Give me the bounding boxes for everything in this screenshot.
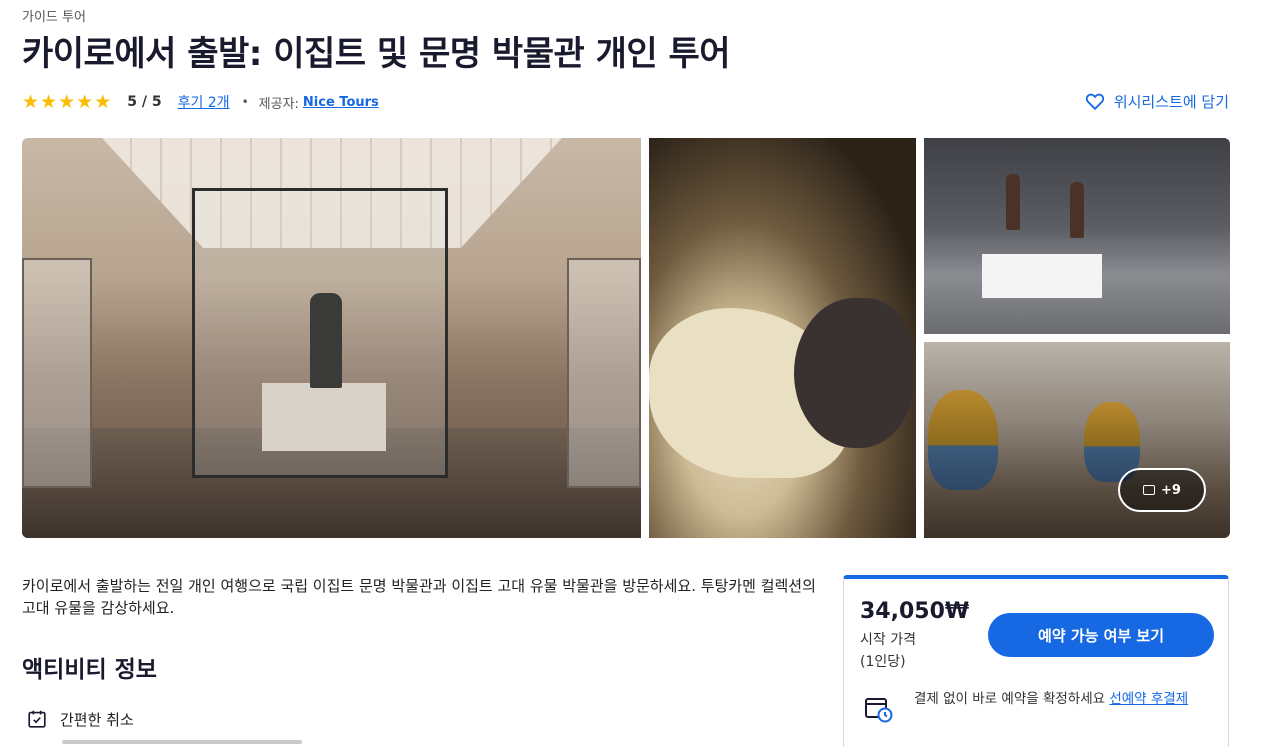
more-photos-button[interactable]: +9 <box>1118 468 1206 512</box>
activity-info-heading: 액티비티 정보 <box>22 657 157 683</box>
feature-label: 간편한 취소 <box>60 710 134 729</box>
star-icon: ★ <box>76 90 94 113</box>
heart-icon <box>1085 93 1104 111</box>
reserve-now-pay-later-link[interactable]: 선예약 후결제 <box>1109 691 1188 707</box>
image-icon <box>1143 485 1156 495</box>
star-icon: ★ <box>94 90 112 113</box>
gallery-photo-mummy[interactable] <box>649 138 916 538</box>
page-title: 카이로에서 출발: 이집트 및 문명 박물관 개인 투어 <box>22 34 731 74</box>
rating-score: 5 / 5 <box>127 94 162 110</box>
calendar-clock-icon <box>865 698 893 723</box>
reserve-now-row: 결제 없이 바로 예약을 확정하세요 선예약 후결제 <box>864 689 1214 725</box>
photo-gallery: +9 <box>22 138 1230 538</box>
wishlist-label: 위시리스트에 담기 <box>1113 92 1229 111</box>
reviews-link[interactable]: 후기 2개 <box>178 92 230 112</box>
separator-dot: • <box>241 95 249 109</box>
reserve-text: 결제 없이 바로 예약을 확정하세요 선예약 후결제 <box>914 689 1188 725</box>
photo-figurine <box>1006 174 1020 230</box>
feature-free-cancellation: 간편한 취소 <box>26 708 134 730</box>
feature-cutoff <box>26 740 306 747</box>
price-amount: 34,050₩ <box>860 599 970 624</box>
category-label: 가이드 투어 <box>22 10 86 25</box>
price-unit: (1인당) <box>860 654 906 670</box>
star-icon: ★ <box>58 90 76 113</box>
gallery-photo-main[interactable] <box>22 138 641 538</box>
check-availability-button[interactable]: 예약 가능 여부 보기 <box>988 613 1214 657</box>
gallery-photo-masks[interactable]: +9 <box>924 342 1230 538</box>
photo-figurine <box>1070 182 1084 238</box>
photo-exhibit-label <box>982 254 1102 298</box>
wishlist-button[interactable]: 위시리스트에 담기 <box>1084 90 1229 112</box>
provider-label: 제공자: <box>258 96 299 112</box>
activity-description: 카이로에서 출발하는 전일 개인 여행으로 국립 이집트 문명 박물관과 이집트… <box>22 577 816 617</box>
photo-side-case-right <box>567 258 641 488</box>
booking-card: 34,050₩ 시작 가격 (1인당) 예약 가능 여부 보기 결제 없이 바로… <box>843 575 1229 747</box>
more-photos-count: +9 <box>1161 482 1181 498</box>
gallery-photo-artifacts[interactable] <box>924 138 1230 334</box>
star-icon: ★ <box>22 90 40 113</box>
photo-pedestal <box>262 383 386 451</box>
meta-row: ★ ★ ★ ★ ★ 5 / 5 후기 2개 • 제공자: Nice Tours <box>22 92 379 112</box>
photo-side-case-left <box>22 258 92 488</box>
photo-mummy-head <box>794 298 914 448</box>
star-icon: ★ <box>40 90 58 113</box>
provider-link[interactable]: Nice Tours <box>303 95 379 110</box>
rating-stars: ★ ★ ★ ★ ★ <box>22 90 112 113</box>
photo-statue <box>310 293 342 388</box>
reserve-description: 결제 없이 바로 예약을 확정하세요 <box>914 691 1106 707</box>
photo-mask <box>928 390 998 490</box>
price-label: 시작 가격 <box>860 632 916 648</box>
calendar-check-icon <box>28 710 46 728</box>
